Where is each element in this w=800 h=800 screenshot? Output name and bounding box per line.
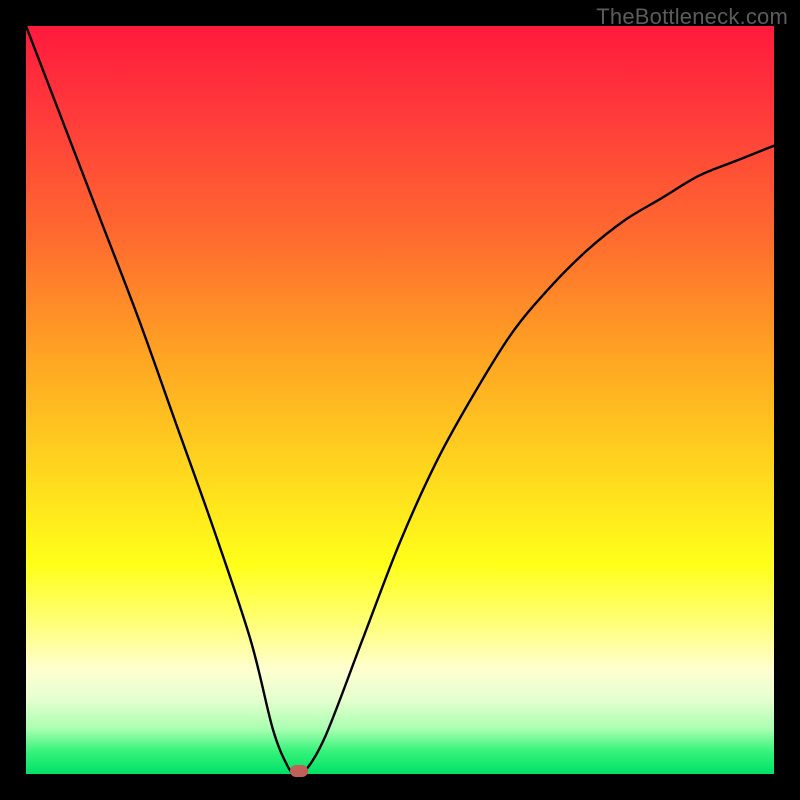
minimum-marker xyxy=(290,765,308,777)
plot-area xyxy=(26,26,774,774)
chart-frame: TheBottleneck.com xyxy=(0,0,800,800)
bottleneck-curve xyxy=(26,26,774,774)
watermark-text: TheBottleneck.com xyxy=(596,4,788,30)
curve-layer xyxy=(26,26,774,774)
